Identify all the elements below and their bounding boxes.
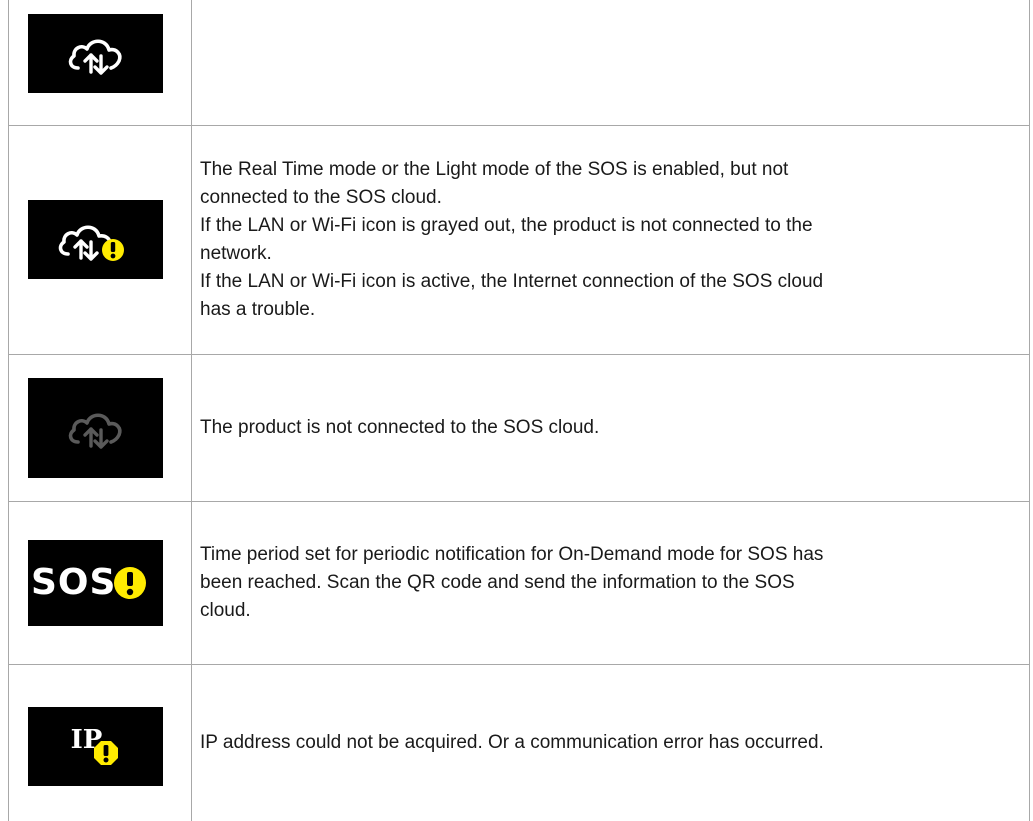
description-line: has a trouble. bbox=[200, 298, 316, 320]
cloud-sync-warning-icon bbox=[58, 224, 124, 261]
description-line: cloud. bbox=[200, 599, 251, 621]
description-line: IP address could not be acquired. Or a c… bbox=[200, 731, 824, 753]
description-line: Time period set for periodic notificatio… bbox=[200, 543, 824, 565]
icon-tile bbox=[28, 14, 163, 94]
icon-tile bbox=[28, 200, 163, 279]
description-cell bbox=[191, 0, 1030, 126]
table-row: The product is not connected to the SOS … bbox=[8, 353, 1030, 502]
icon-status-table: The Real Time mode or the Light mode of … bbox=[8, 0, 1030, 821]
description-line: been reached. Scan the QR code and send … bbox=[200, 571, 795, 593]
table-row bbox=[8, 0, 1030, 126]
icon-tile: IP bbox=[28, 707, 163, 787]
icon-cell bbox=[8, 124, 192, 355]
table-row: SOS Time period set for periodic notific… bbox=[8, 500, 1030, 665]
warning-icon bbox=[114, 566, 147, 599]
description-cell: The product is not connected to the SOS … bbox=[191, 353, 1030, 502]
description-line: The Real Time mode or the Light mode of … bbox=[200, 158, 789, 180]
description-line: The product is not connected to the SOS … bbox=[200, 416, 600, 438]
table-row: IP IP address could not be acquired. Or … bbox=[8, 663, 1030, 821]
description-line: network. bbox=[200, 242, 272, 264]
icon-cell: SOS bbox=[8, 500, 192, 665]
description-line: If the LAN or Wi-Fi icon is active, the … bbox=[200, 270, 824, 292]
icon-tile: SOS bbox=[28, 539, 163, 626]
description-line: If the LAN or Wi-Fi icon is grayed out, … bbox=[200, 214, 813, 236]
table-row: The Real Time mode or the Light mode of … bbox=[8, 124, 1030, 355]
description-cell: Time period set for periodic notificatio… bbox=[191, 500, 1030, 665]
cloud-sync-icon bbox=[68, 39, 122, 75]
icon-tile bbox=[28, 377, 163, 478]
icon-cell: IP bbox=[8, 663, 192, 821]
icon-cell bbox=[8, 353, 192, 502]
description-cell: IP address could not be acquired. Or a c… bbox=[191, 663, 1030, 821]
cloud-sync-disconnected-icon bbox=[68, 412, 122, 449]
description-cell: The Real Time mode or the Light mode of … bbox=[191, 124, 1030, 355]
description-line: connected to the SOS cloud. bbox=[200, 186, 442, 208]
sos-label: SOS bbox=[31, 562, 117, 603]
icon-cell bbox=[8, 0, 192, 126]
warning-icon bbox=[94, 740, 119, 765]
